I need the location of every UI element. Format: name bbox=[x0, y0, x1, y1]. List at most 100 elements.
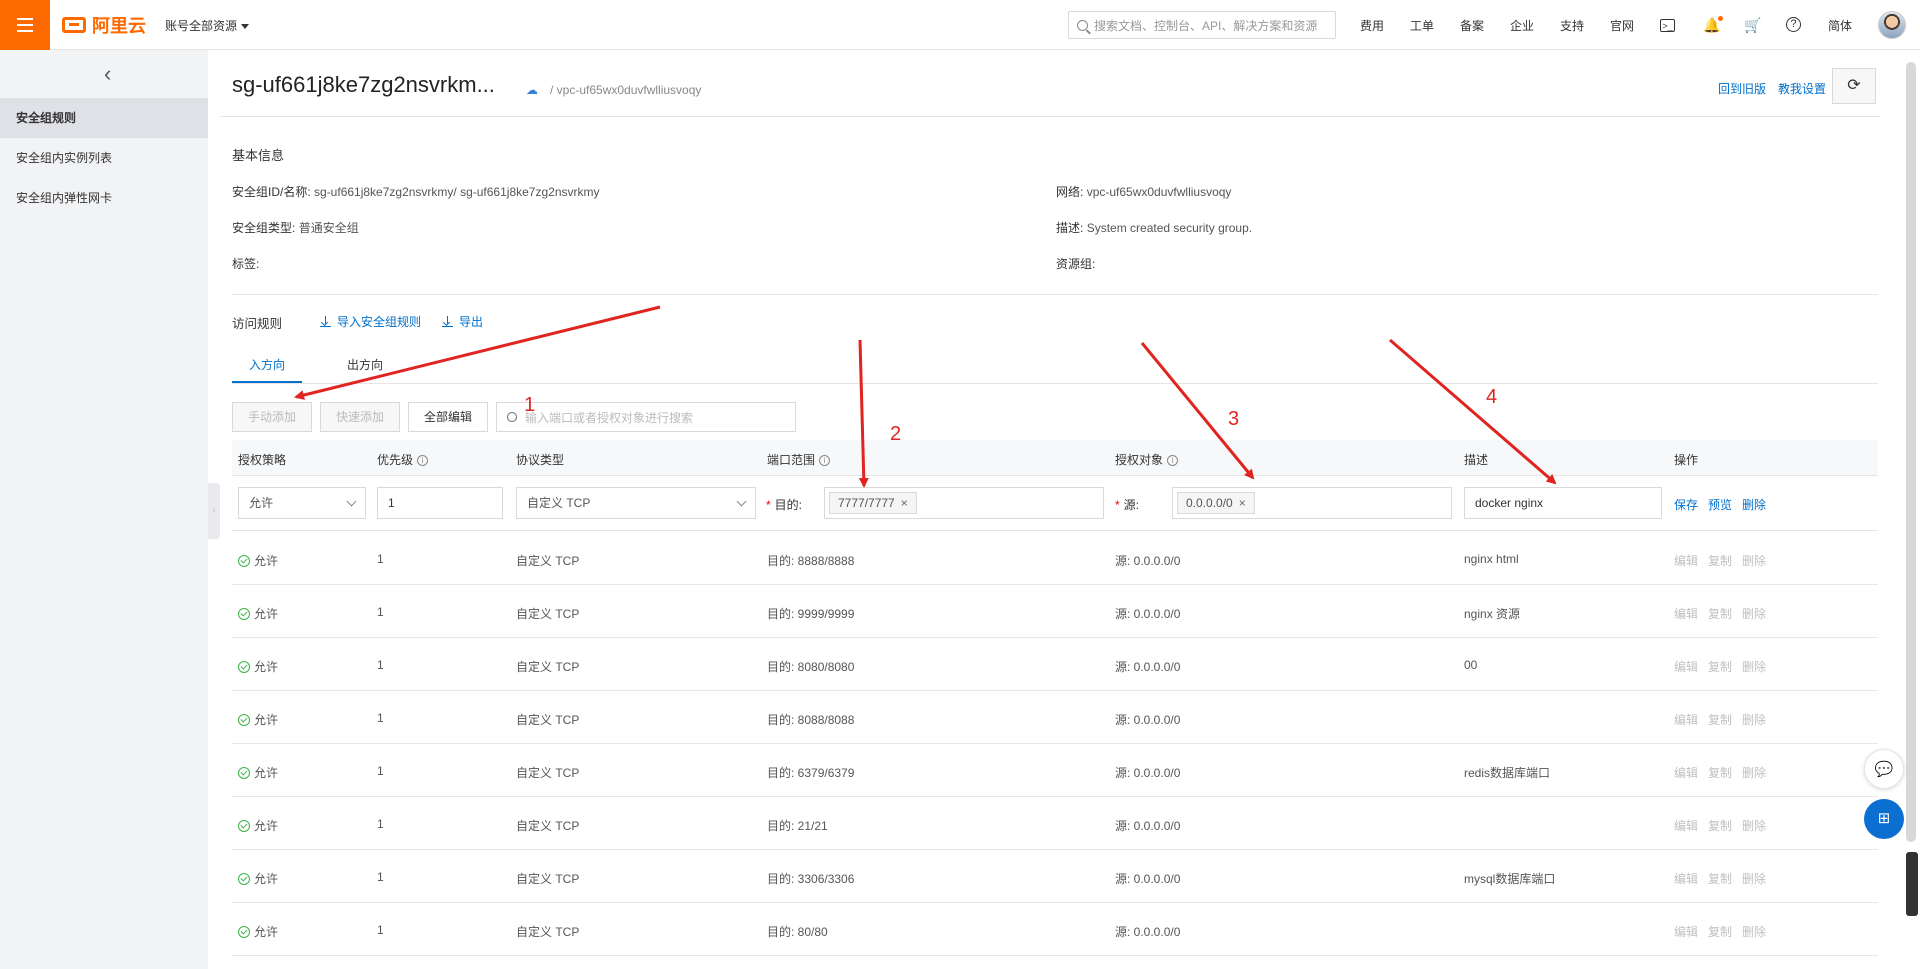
edit-link[interactable]: 编辑 bbox=[1674, 817, 1698, 834]
edit-link[interactable]: 编辑 bbox=[1674, 658, 1698, 675]
edit-link[interactable]: 编辑 bbox=[1674, 764, 1698, 781]
table-row: 允许 1 自定义 TCP 目的: 80/80 源: 0.0.0.0/0 编辑 复制 删除 bbox=[232, 903, 1878, 956]
import-rules-link[interactable]: 导入安全组规则 bbox=[320, 313, 421, 330]
bell-icon[interactable]: 🔔 bbox=[1703, 17, 1720, 33]
port-cell: 目的: 8888/8888 bbox=[767, 554, 855, 568]
brand-logo[interactable]: 阿里云 bbox=[62, 13, 146, 37]
nav-icp[interactable]: 备案 bbox=[1460, 17, 1484, 34]
edit-link[interactable]: 编辑 bbox=[1674, 552, 1698, 569]
upload-icon bbox=[320, 316, 331, 327]
policy-select[interactable]: 允许 bbox=[238, 487, 366, 519]
back-arrow-icon[interactable]: ‹ bbox=[104, 62, 122, 86]
edit-link[interactable]: 编辑 bbox=[1674, 870, 1698, 887]
priority-input[interactable]: 1 bbox=[377, 487, 503, 519]
port-cell: 目的: 8088/8088 bbox=[767, 713, 855, 727]
copy-link[interactable]: 复制 bbox=[1708, 764, 1732, 781]
terminal-icon[interactable]: >_ bbox=[1660, 19, 1675, 32]
preview-link[interactable]: 预览 bbox=[1708, 496, 1732, 513]
policy-text: 允许 bbox=[254, 872, 279, 886]
chat-icon[interactable]: 💬 bbox=[1864, 749, 1904, 789]
delete-link[interactable]: 删除 bbox=[1742, 605, 1766, 622]
nav-enterprise[interactable]: 企业 bbox=[1510, 17, 1534, 34]
menu-icon[interactable] bbox=[0, 0, 50, 50]
copy-link[interactable]: 复制 bbox=[1708, 817, 1732, 834]
policy-value: 允许 bbox=[249, 496, 274, 510]
close-icon[interactable]: × bbox=[901, 496, 908, 510]
policy-cell: 允许 bbox=[238, 870, 278, 887]
refresh-button[interactable]: ⟳ bbox=[1832, 68, 1876, 104]
edit-link[interactable]: 编辑 bbox=[1674, 605, 1698, 622]
protocol-select[interactable]: 自定义 TCP bbox=[516, 487, 756, 519]
delete-link[interactable]: 删除 bbox=[1742, 711, 1766, 728]
delete-link[interactable]: 删除 bbox=[1742, 817, 1766, 834]
check-circle-icon bbox=[238, 555, 250, 567]
cart-icon[interactable]: 🛒 bbox=[1744, 17, 1761, 33]
copy-link[interactable]: 复制 bbox=[1708, 711, 1732, 728]
sidebar-item-enis[interactable]: 安全组内弹性网卡 bbox=[0, 178, 208, 218]
notification-dot bbox=[1718, 16, 1723, 21]
col-protocol: 协议类型 bbox=[516, 453, 565, 467]
back-to-old-link[interactable]: 回到旧版 bbox=[1718, 80, 1766, 97]
collapse-handle[interactable]: ‹ bbox=[208, 483, 220, 539]
info-id-value: sg-uf661j8ke7zg2nsvrkmy/ sg-uf661j8ke7zg… bbox=[314, 185, 600, 199]
language-switch[interactable]: 简体 bbox=[1828, 17, 1852, 34]
copy-link[interactable]: 复制 bbox=[1708, 552, 1732, 569]
edit-all-button[interactable]: 全部编辑 bbox=[408, 402, 488, 432]
nav-official-site[interactable]: 官网 bbox=[1610, 17, 1634, 34]
copy-link[interactable]: 复制 bbox=[1708, 658, 1732, 675]
protocol-cell: 自定义 TCP bbox=[516, 554, 580, 568]
protocol-value: 自定义 TCP bbox=[527, 496, 591, 510]
desc-input[interactable]: docker nginx bbox=[1464, 487, 1662, 519]
nav-tickets[interactable]: 工单 bbox=[1410, 17, 1434, 34]
scrollbar[interactable] bbox=[1906, 62, 1916, 842]
copy-link[interactable]: 复制 bbox=[1708, 923, 1732, 940]
nav-support[interactable]: 支持 bbox=[1560, 17, 1584, 34]
policy-text: 允许 bbox=[254, 713, 279, 727]
rule-search-input[interactable]: 输入端口或者授权对象进行搜索 bbox=[496, 402, 796, 432]
export-link[interactable]: 导出 bbox=[442, 313, 483, 330]
info-desc-value: System created security group. bbox=[1086, 221, 1253, 235]
sidebar-item-instances[interactable]: 安全组内实例列表 bbox=[0, 138, 208, 178]
quick-add-button[interactable]: 快速添加 bbox=[320, 402, 400, 432]
vpc-breadcrumb[interactable]: / vpc-uf65wx0duvfwlliusvoqy bbox=[550, 83, 701, 97]
col-port-label: 端口范围 bbox=[767, 453, 816, 467]
policy-cell: 允许 bbox=[238, 552, 278, 569]
sidebar-item-rules[interactable]: 安全组规则 bbox=[0, 98, 208, 138]
tab-outbound[interactable]: 出方向 bbox=[330, 353, 400, 383]
dest-label: * 目的: bbox=[766, 498, 803, 512]
delete-link[interactable]: 删除 bbox=[1742, 658, 1766, 675]
delete-link[interactable]: 删除 bbox=[1742, 870, 1766, 887]
copy-link[interactable]: 复制 bbox=[1708, 605, 1732, 622]
port-cell: 目的: 21/21 bbox=[767, 819, 828, 833]
source-input[interactable]: 0.0.0.0/0 × bbox=[1172, 487, 1452, 519]
protocol-cell: 自定义 TCP bbox=[516, 660, 580, 674]
account-menu[interactable]: 账号全部资源 bbox=[165, 17, 250, 34]
nav-fees[interactable]: 费用 bbox=[1360, 17, 1384, 34]
main-content: sg-uf661j8ke7zg2nsvrkm... ☁ / vpc-uf65wx… bbox=[220, 50, 1900, 969]
delete-link[interactable]: 删除 bbox=[1742, 496, 1766, 513]
edit-link[interactable]: 编辑 bbox=[1674, 923, 1698, 940]
port-range-input[interactable]: 7777/7777 × bbox=[824, 487, 1104, 519]
info-icon[interactable]: i bbox=[417, 455, 429, 467]
protocol-cell: 自定义 TCP bbox=[516, 819, 580, 833]
manual-add-button[interactable]: 手动添加 bbox=[232, 402, 312, 432]
rules-title: 访问规则 bbox=[232, 317, 283, 331]
desc-cell: 00 bbox=[1464, 658, 1478, 672]
apps-icon[interactable]: ⊞ bbox=[1864, 799, 1904, 839]
edit-link[interactable]: 编辑 bbox=[1674, 711, 1698, 728]
desc-cell: redis数据库端口 bbox=[1464, 766, 1551, 780]
save-link[interactable]: 保存 bbox=[1674, 496, 1698, 513]
info-icon[interactable]: i bbox=[819, 455, 831, 467]
global-search-input[interactable]: 搜索文档、控制台、API、解决方案和资源 bbox=[1068, 11, 1336, 39]
info-icon[interactable]: i bbox=[1167, 455, 1179, 467]
delete-link[interactable]: 删除 bbox=[1742, 923, 1766, 940]
close-icon[interactable]: × bbox=[1239, 496, 1246, 510]
help-icon[interactable]: ? bbox=[1786, 17, 1801, 32]
copy-link[interactable]: 复制 bbox=[1708, 870, 1732, 887]
scroll-widget[interactable] bbox=[1906, 852, 1918, 916]
delete-link[interactable]: 删除 bbox=[1742, 764, 1766, 781]
tab-inbound[interactable]: 入方向 bbox=[232, 353, 302, 383]
delete-link[interactable]: 删除 bbox=[1742, 552, 1766, 569]
avatar[interactable] bbox=[1878, 11, 1906, 39]
teach-me-link[interactable]: 教我设置 bbox=[1778, 80, 1826, 97]
